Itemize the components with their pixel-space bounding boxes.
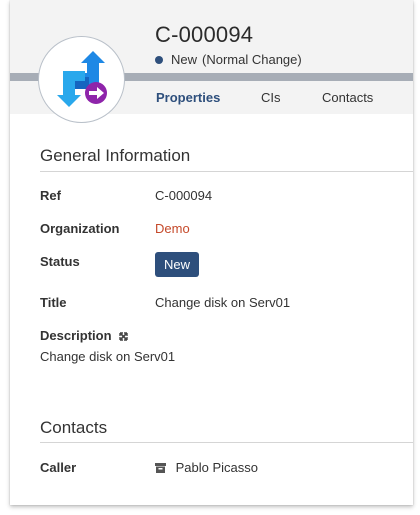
organization-label: Organization <box>40 221 120 236</box>
section-divider <box>40 442 413 443</box>
caller-link[interactable]: Pablo Picasso <box>176 460 258 475</box>
status-text: New <box>171 52 198 67</box>
status-line: New (Normal Change) <box>155 52 302 67</box>
change-arrows-icon <box>57 51 107 107</box>
title-label: Title <box>40 295 67 310</box>
status-badge: New <box>155 252 200 277</box>
description-label-row: Description <box>40 328 128 344</box>
organization-link[interactable]: Demo <box>155 221 190 236</box>
tab-cis[interactable]: CIs <box>261 90 281 105</box>
person-card-icon <box>155 461 166 476</box>
caller-label: Caller <box>40 460 77 475</box>
section-divider <box>40 171 413 172</box>
status-label: Status <box>40 254 80 269</box>
description-value: Change disk on Serv01 <box>40 349 176 364</box>
description-label: Description <box>40 328 112 343</box>
page-title: C-000094 <box>155 22 254 47</box>
object-details-panel: C-000094 New (Normal Change) Properties … <box>10 0 413 505</box>
caller-value-row: Pablo Picasso <box>155 460 258 476</box>
section-title-contacts: Contacts <box>40 418 108 437</box>
section-title-general: General Information <box>40 146 191 165</box>
expand-icon[interactable] <box>119 329 128 344</box>
title-value: Change disk on Serv01 <box>155 295 291 310</box>
status-detail: (Normal Change) <box>202 52 302 67</box>
ref-value: C-000094 <box>155 188 213 203</box>
tab-properties[interactable]: Properties <box>156 90 220 105</box>
status-dot-icon <box>155 55 163 64</box>
ref-label: Ref <box>40 188 61 203</box>
change-request-icon <box>38 36 125 123</box>
tab-contacts[interactable]: Contacts <box>322 90 373 105</box>
